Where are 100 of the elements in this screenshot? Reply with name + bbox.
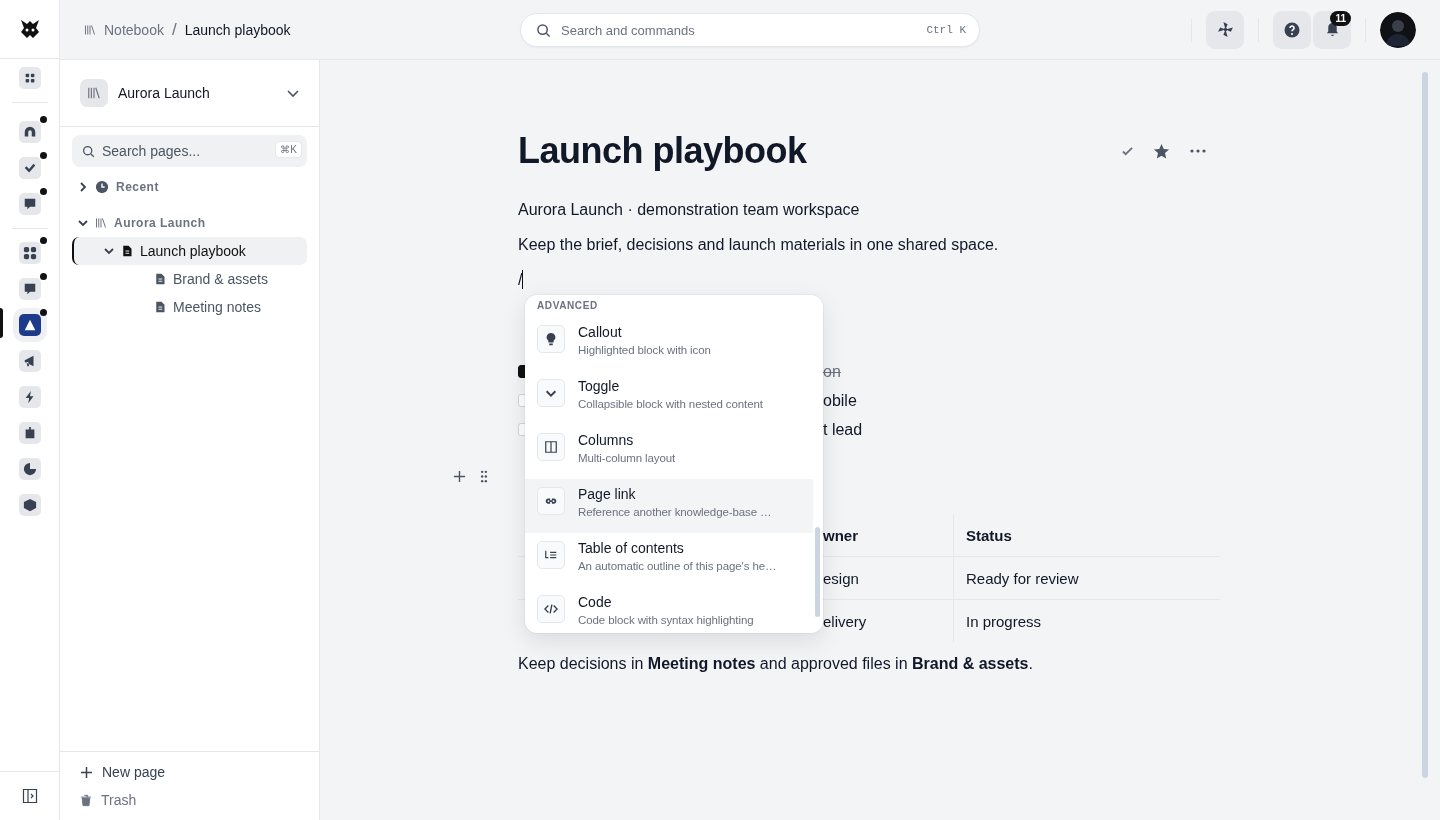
scrollbar[interactable]: [1422, 72, 1428, 778]
chat-icon: [22, 197, 37, 211]
library-icon: [80, 79, 108, 107]
sidebar-toggle-icon[interactable]: [21, 788, 38, 804]
menu-item-title: Callout: [578, 323, 623, 342]
menu-item-description: Highlighted block with icon: [578, 343, 711, 358]
menu-item-description: Reference another knowledge-base …: [578, 505, 772, 520]
app-button[interactable]: [18, 242, 41, 264]
search-icon: [82, 145, 95, 158]
task-text: obile: [823, 391, 857, 410]
document-icon: [154, 300, 166, 314]
table-cell: Ready for review: [953, 557, 1220, 599]
pie-icon: [22, 462, 37, 476]
breadcrumb-link[interactable]: Launch playbook: [184, 21, 291, 38]
tree-item[interactable]: Aurora Launch: [72, 209, 307, 237]
magnet-icon: [22, 125, 37, 139]
menu-section-title: ADVANCED: [536, 299, 599, 313]
help-button[interactable]: [1273, 10, 1311, 49]
app-button[interactable]: [18, 193, 41, 215]
document-icon: [121, 244, 133, 258]
more-icon[interactable]: [1190, 149, 1206, 153]
closing-text: Keep decisions in Meeting notes and approved files in Brand & assets.: [518, 654, 1034, 674]
app-button[interactable]: [18, 422, 41, 444]
app-button[interactable]: [18, 458, 41, 480]
menu-item[interactable]: Callout Highlighted block with icon: [525, 317, 813, 371]
menu-item[interactable]: Table of contents An automatic outline of this page's he…: [525, 533, 813, 587]
drag-handle-icon[interactable]: [480, 470, 488, 483]
table-cell: In progress: [953, 600, 1220, 642]
task-text: on: [823, 362, 841, 381]
bell-icon: [1324, 22, 1340, 37]
subtitle-text: Aurora Launch · demonstration team workspace: [518, 200, 861, 220]
menu-item[interactable]: Columns Multi-column layout: [525, 425, 813, 479]
chevron-icon: [78, 182, 88, 192]
intro-text: Keep the brief, decisions and launch materials in one shared space.: [518, 235, 1000, 255]
menu-item-title: Columns: [578, 431, 635, 450]
star-icon[interactable]: [1153, 142, 1170, 160]
table-cell-text: elivery: [822, 611, 868, 632]
document-icon: [154, 272, 166, 286]
column-header: Status: [953, 514, 1220, 556]
cube-icon: [22, 498, 37, 512]
menu-item-description: Multi-column layout: [578, 451, 676, 466]
columns-icon: [544, 440, 558, 454]
new-page-button[interactable]: New page: [80, 764, 299, 780]
check-icon[interactable]: [1122, 145, 1133, 157]
page-title: Launch playbook: [518, 130, 808, 172]
scrollbar[interactable]: [815, 527, 820, 617]
breadcrumb-separator: /: [171, 19, 177, 40]
plus-icon: [80, 765, 93, 779]
menu-item-description: Collapsible block with nested content: [578, 397, 763, 412]
lightbulb-icon: [544, 332, 558, 346]
code-icon: [544, 602, 558, 616]
megaphone-icon: [22, 354, 37, 368]
tree-item[interactable]: Meeting notes: [72, 293, 307, 321]
library-icon: [84, 23, 96, 36]
chat-icon: [22, 282, 37, 296]
app-button[interactable]: [18, 278, 41, 300]
app-button[interactable]: [18, 67, 41, 89]
table-cell-text: esign: [822, 568, 860, 589]
app-button[interactable]: [18, 494, 41, 516]
task-text: t lead: [823, 420, 863, 439]
fan-icon: [1216, 21, 1234, 38]
tree-item[interactable]: Launch playbook: [72, 237, 307, 265]
menu-item-description: Code block with syntax highlighting: [578, 613, 754, 628]
clock-icon: [95, 180, 109, 194]
app-button[interactable]: [18, 121, 41, 143]
chevron-icon: [104, 246, 114, 256]
workspace-switcher[interactable]: Aurora Launch: [60, 60, 319, 127]
check-icon: [22, 161, 37, 175]
menu-item[interactable]: Toggle Collapsible block with nested content: [525, 371, 813, 425]
app-button[interactable]: [18, 350, 41, 372]
shortcut-hint: ⌘K: [275, 141, 302, 158]
menu-item[interactable]: Page link Reference another knowledge-base …: [525, 479, 813, 533]
column-header: wner: [822, 525, 859, 546]
search-icon: [536, 23, 551, 38]
menu-item-title: Code: [578, 593, 613, 612]
app-button[interactable]: [18, 386, 41, 408]
apps-icon: [22, 246, 37, 260]
breadcrumb-link[interactable]: Notebook: [104, 21, 164, 38]
help-icon: [1284, 21, 1300, 38]
fan-button[interactable]: [1206, 10, 1244, 49]
avatar[interactable]: [1380, 11, 1416, 48]
slash-command: /: [518, 270, 523, 289]
chevron-icon: [78, 218, 88, 228]
trash-icon: [80, 793, 92, 807]
menu-item[interactable]: Code Code block with syntax highlighting: [525, 587, 813, 633]
notifications-button[interactable]: 11: [1313, 10, 1351, 49]
chevron-down-icon: [287, 87, 299, 99]
menu-item-title: Toggle: [578, 377, 621, 396]
menu-item-description: An automatic outline of this page's he…: [578, 559, 777, 574]
notification-count: 11: [1330, 10, 1351, 26]
menu-item-title: Page link: [578, 485, 637, 504]
app-button[interactable]: [18, 157, 41, 179]
plus-icon[interactable]: [453, 470, 466, 483]
shortcut-hint: Ctrl K: [926, 24, 966, 36]
tree-item[interactable]: Brand & assets: [72, 265, 307, 293]
library-icon: [95, 217, 107, 229]
tree-item[interactable]: Recent: [72, 173, 307, 201]
mountain-icon: [22, 318, 37, 332]
trash-button[interactable]: Trash: [80, 792, 299, 808]
menu-item-title: Table of contents: [578, 539, 685, 558]
